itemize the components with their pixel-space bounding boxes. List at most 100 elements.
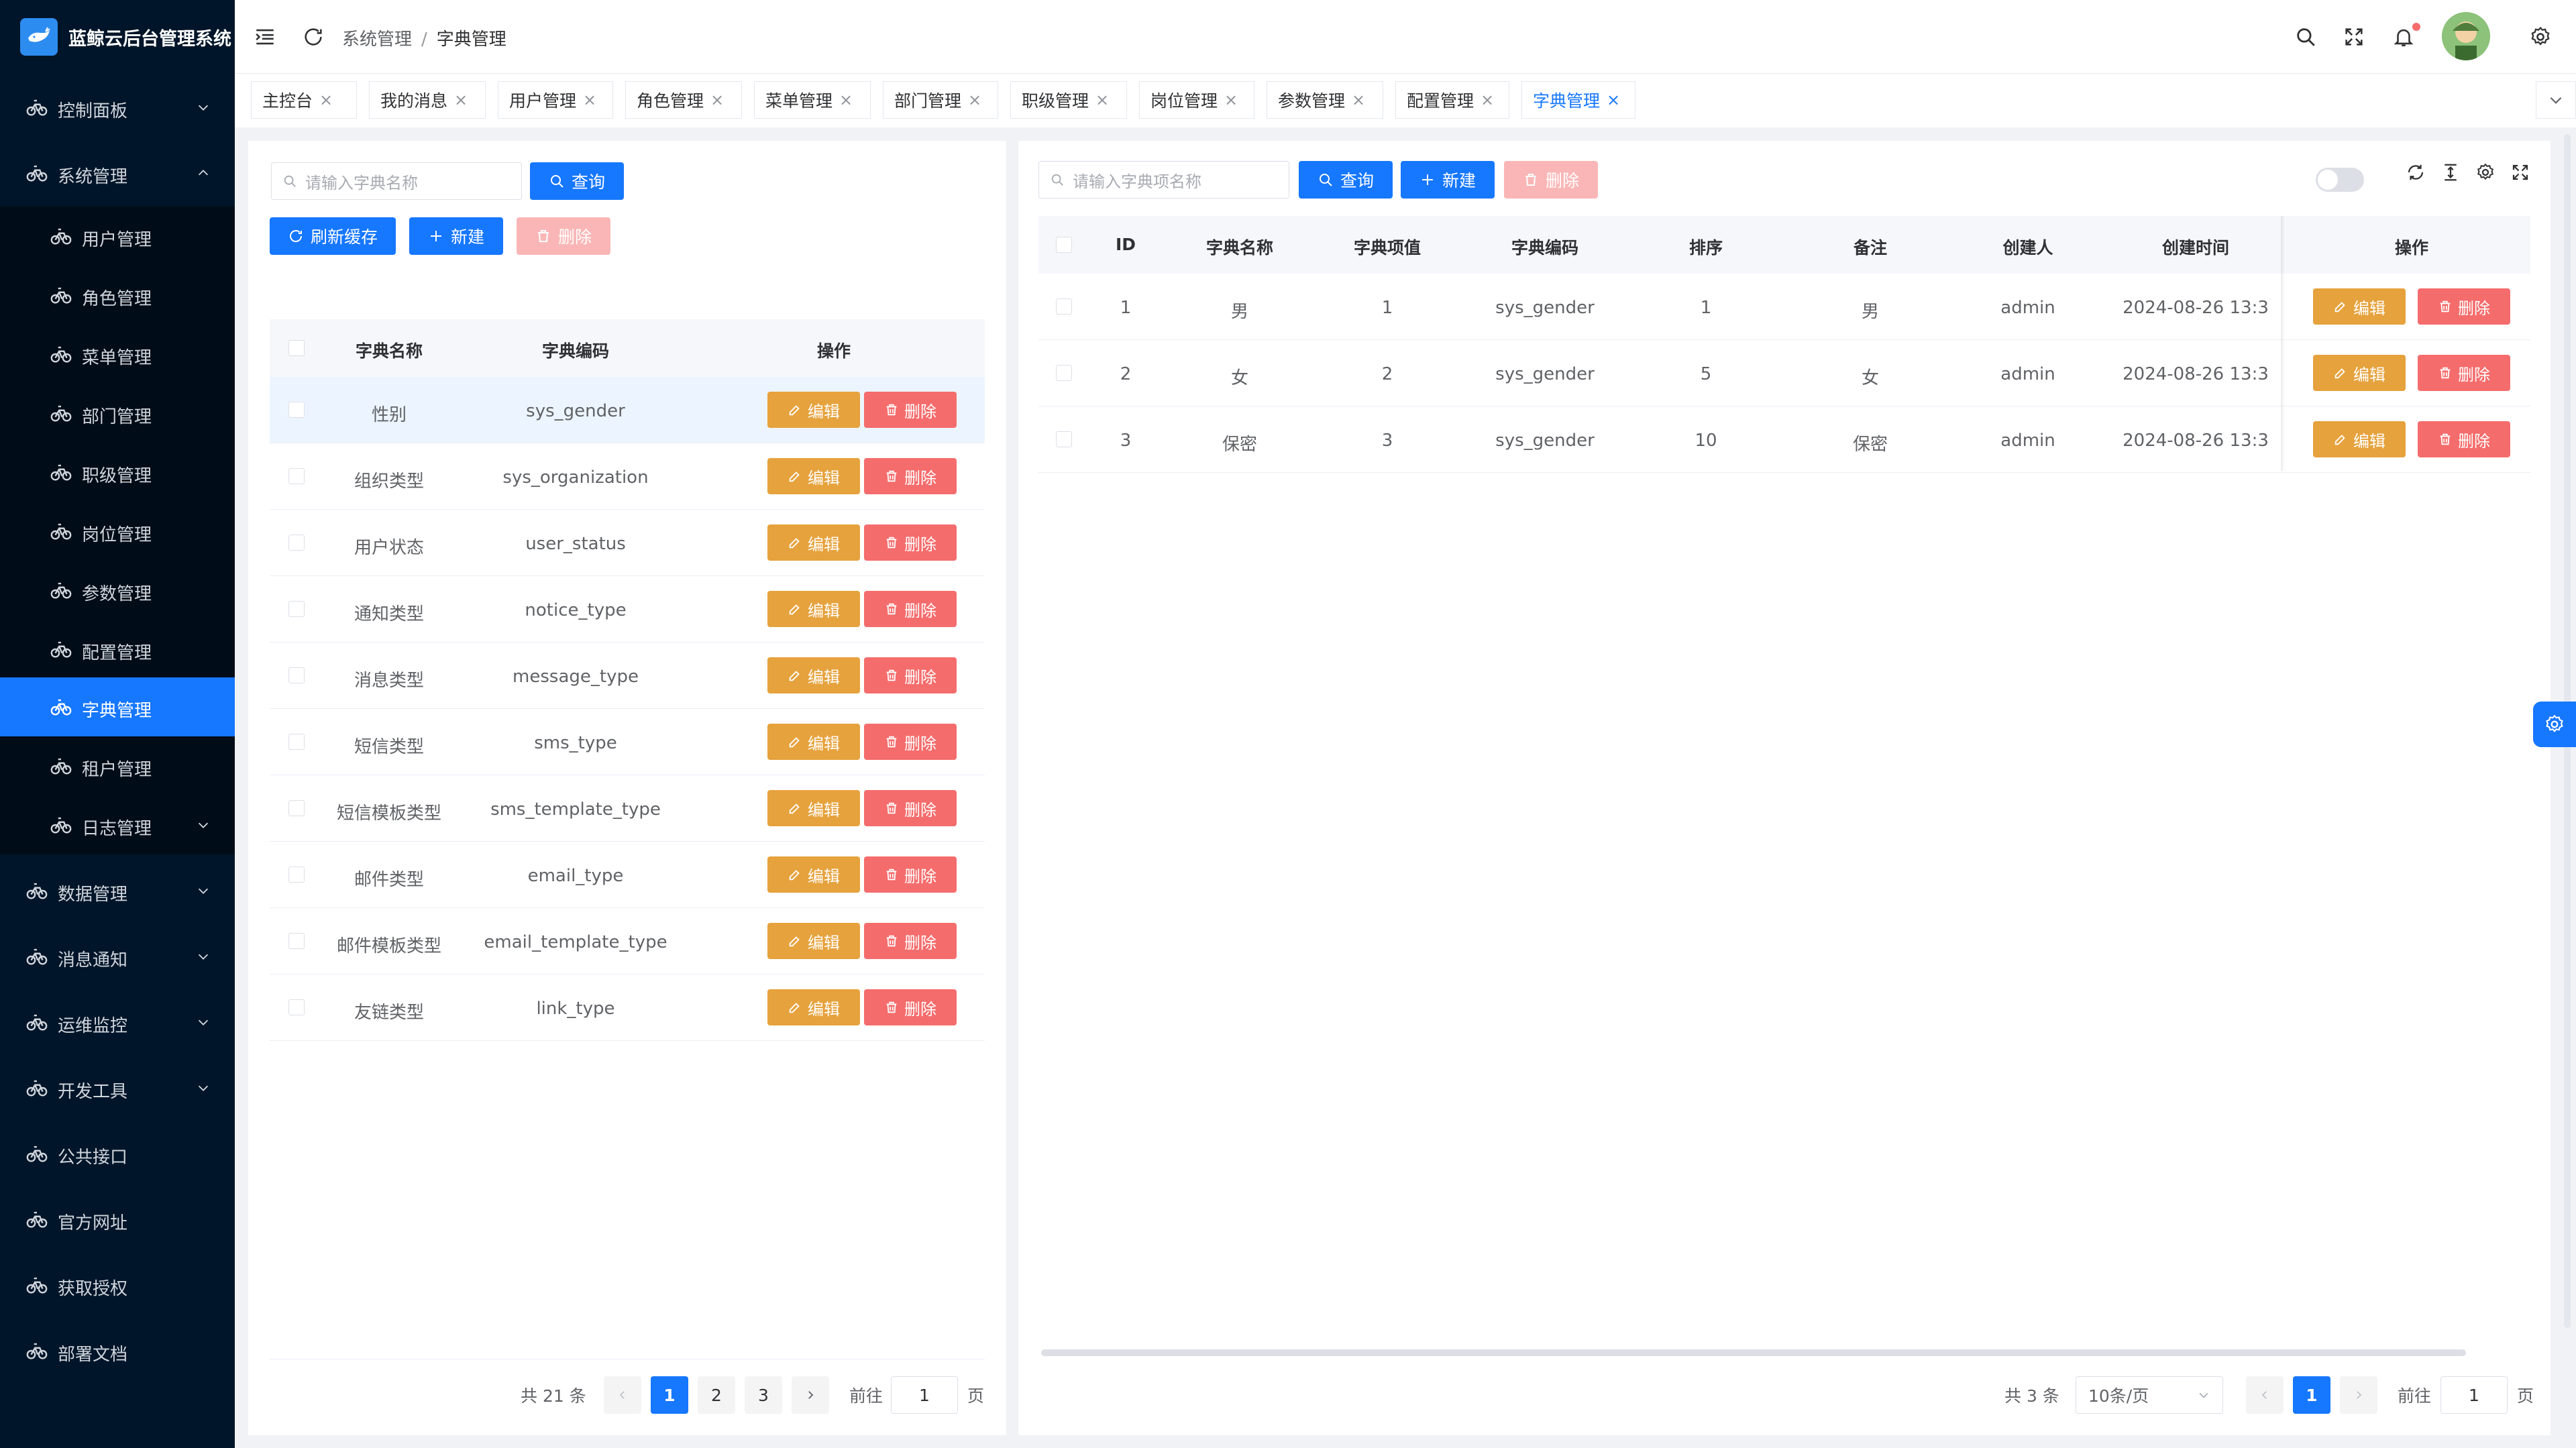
close-icon[interactable]: × <box>968 91 981 109</box>
close-icon[interactable]: × <box>839 91 853 109</box>
delete-button[interactable]: 删除 <box>2418 288 2510 325</box>
edit-button[interactable]: 编辑 <box>767 856 860 893</box>
prev-page-button[interactable] <box>2246 1376 2284 1414</box>
table-row[interactable]: 邮件类型 email_type 编辑 删除 <box>270 842 985 908</box>
tab[interactable]: 字典管理 × <box>1521 81 1635 119</box>
row-checkbox[interactable] <box>1056 298 1072 315</box>
sidebar-item[interactable]: 数据管理 <box>0 861 235 920</box>
row-checkbox[interactable] <box>288 468 305 484</box>
close-icon[interactable]: × <box>1481 91 1494 109</box>
delete-button[interactable]: 删除 <box>2418 355 2510 391</box>
close-icon[interactable]: × <box>1607 91 1620 109</box>
sidebar-item[interactable]: 用户管理 <box>0 207 235 266</box>
query-button[interactable]: 查询 <box>1299 161 1393 199</box>
edit-button[interactable]: 编辑 <box>2313 355 2406 391</box>
sidebar-item[interactable]: 部门管理 <box>0 384 235 443</box>
tab[interactable]: 角色管理 × <box>625 81 742 119</box>
close-icon[interactable]: × <box>583 91 596 109</box>
delete-button[interactable]: 删除 <box>2418 421 2510 457</box>
toolbar-toggle-switch[interactable] <box>2316 168 2364 192</box>
delete-button[interactable]: 删除 <box>864 524 957 561</box>
dict-item-search-input[interactable]: 请输入字典项名称 <box>1038 161 1289 199</box>
close-icon[interactable]: × <box>454 91 468 109</box>
column-height-icon[interactable] <box>2440 162 2461 182</box>
breadcrumb-item[interactable]: 系统管理 <box>342 30 412 50</box>
table-row[interactable]: 组织类型 sys_organization 编辑 删除 <box>270 443 985 510</box>
sidebar-item[interactable]: 公共接口 <box>0 1124 235 1183</box>
sidebar-item[interactable]: 控制面板 <box>0 78 235 137</box>
row-checkbox[interactable] <box>288 999 305 1015</box>
table-row[interactable]: 3 保密 3 sys_gender 10 保密 admin 2024-08-26 13:3 编辑… <box>1038 406 2530 473</box>
table-row[interactable]: 短信类型 sms_type 编辑 删除 <box>270 709 985 775</box>
new-dict-item-button[interactable]: 新建 <box>1401 161 1495 199</box>
refresh-cache-button[interactable]: 刷新缓存 <box>270 217 396 255</box>
tab[interactable]: 部门管理 × <box>883 81 998 119</box>
delete-button[interactable]: 删除 <box>864 392 957 428</box>
edit-button[interactable]: 编辑 <box>767 524 860 561</box>
sidebar-item[interactable]: 配置管理 <box>0 620 235 679</box>
column-settings-icon[interactable] <box>2475 162 2496 182</box>
tab[interactable]: 我的消息 × <box>369 81 486 119</box>
table-row[interactable]: 用户状态 user_status 编辑 删除 <box>270 510 985 576</box>
sidebar-item[interactable]: 系统管理 <box>0 144 235 203</box>
table-row[interactable]: 短信模板类型 sms_template_type 编辑 删除 <box>270 775 985 842</box>
edit-button[interactable]: 编辑 <box>767 724 860 760</box>
delete-button[interactable]: 删除 <box>864 856 957 893</box>
goto-page-input[interactable]: 1 <box>2440 1376 2508 1414</box>
row-checkbox[interactable] <box>288 933 305 949</box>
refresh-icon[interactable] <box>302 25 325 48</box>
close-icon[interactable]: × <box>710 91 724 109</box>
sidebar-item[interactable]: 运维监控 <box>0 993 235 1052</box>
close-icon[interactable]: × <box>319 91 333 109</box>
next-page-button[interactable] <box>2340 1376 2377 1414</box>
edit-button[interactable]: 编辑 <box>767 989 860 1025</box>
page-size-select[interactable]: 10条/页 <box>2076 1376 2223 1414</box>
tab[interactable]: 配置管理 × <box>1395 81 1509 119</box>
tab[interactable]: 菜单管理 × <box>754 81 871 119</box>
sidebar-item[interactable]: 职级管理 <box>0 443 235 502</box>
bell-icon[interactable] <box>2392 25 2415 48</box>
close-icon[interactable]: × <box>1095 91 1109 109</box>
row-checkbox[interactable] <box>288 734 305 750</box>
theme-settings-button[interactable] <box>2533 702 2576 747</box>
settings-gear-icon[interactable] <box>2529 25 2552 48</box>
delete-dict-item-button[interactable]: 删除 <box>1504 161 1598 199</box>
edit-button[interactable]: 编辑 <box>2313 421 2406 457</box>
select-all-checkbox[interactable] <box>1056 237 1072 253</box>
fullscreen-icon[interactable] <box>2510 162 2530 182</box>
fullscreen-icon[interactable] <box>2343 25 2365 48</box>
tabs-more-button[interactable] <box>2536 81 2576 119</box>
delete-button[interactable]: 删除 <box>864 790 957 826</box>
edit-button[interactable]: 编辑 <box>767 790 860 826</box>
delete-button[interactable]: 删除 <box>864 724 957 760</box>
row-checkbox[interactable] <box>288 402 305 418</box>
sidebar-item[interactable]: 参数管理 <box>0 561 235 620</box>
goto-page-input[interactable]: 1 <box>891 1376 958 1414</box>
table-row[interactable]: 1 男 1 sys_gender 1 男 admin 2024-08-26 13:3 编辑 删除 <box>1038 274 2530 340</box>
prev-page-button[interactable] <box>604 1376 641 1414</box>
sidebar-item[interactable]: 菜单管理 <box>0 325 235 384</box>
edit-button[interactable]: 编辑 <box>767 923 860 959</box>
sidebar-item[interactable]: 字典管理 <box>0 677 235 736</box>
dict-name-search-input[interactable]: 请输入字典名称 <box>271 162 522 200</box>
row-checkbox[interactable] <box>288 535 305 551</box>
delete-button[interactable]: 删除 <box>864 923 957 959</box>
new-dict-button[interactable]: 新建 <box>409 217 503 255</box>
table-row[interactable]: 邮件模板类型 email_template_type 编辑 删除 <box>270 908 985 974</box>
logo[interactable]: 蓝鲸云后台管理系统 <box>0 0 235 74</box>
tab[interactable]: 职级管理 × <box>1010 81 1127 119</box>
delete-button[interactable]: 删除 <box>864 458 957 494</box>
horizontal-scrollbar[interactable] <box>1041 1349 2466 1356</box>
sidebar-item[interactable]: 角色管理 <box>0 266 235 325</box>
edit-button[interactable]: 编辑 <box>767 392 860 428</box>
tab[interactable]: 用户管理 × <box>498 81 613 119</box>
delete-button[interactable]: 删除 <box>864 989 957 1025</box>
select-all-checkbox[interactable] <box>288 340 305 356</box>
close-icon[interactable]: × <box>1224 91 1238 109</box>
edit-button[interactable]: 编辑 <box>767 657 860 693</box>
sidebar-item[interactable]: 官方网址 <box>0 1190 235 1249</box>
table-row[interactable]: 友链类型 link_type 编辑 删除 <box>270 974 985 1041</box>
row-checkbox[interactable] <box>288 601 305 617</box>
avatar[interactable] <box>2442 12 2490 60</box>
table-row[interactable]: 通知类型 notice_type 编辑 删除 <box>270 576 985 643</box>
